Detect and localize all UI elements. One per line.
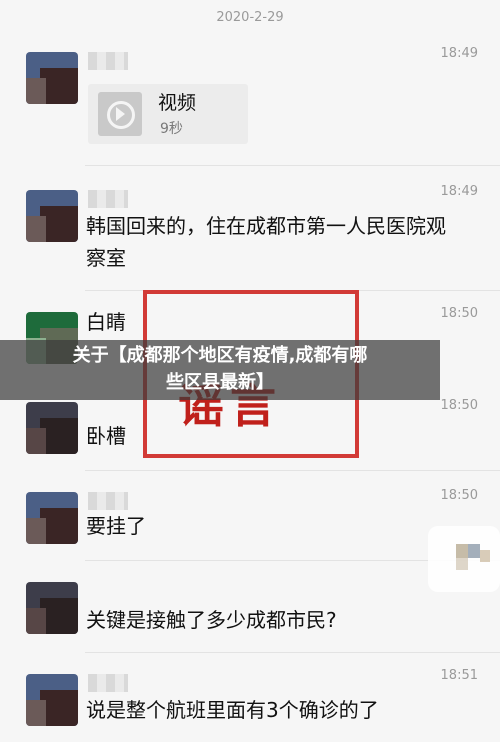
video-title: 视频 bbox=[158, 92, 197, 114]
message-divider bbox=[85, 470, 500, 471]
avatar[interactable] bbox=[26, 582, 78, 634]
sender-name-blurred bbox=[88, 492, 128, 510]
message-time: 18:49 bbox=[440, 46, 478, 61]
message-text: 关键是接触了多少成都市民? bbox=[86, 608, 337, 632]
article-title-line: 些区县最新】 bbox=[166, 372, 274, 393]
video-thumbnail bbox=[98, 92, 142, 136]
avatar[interactable] bbox=[26, 674, 78, 726]
avatar[interactable] bbox=[26, 52, 78, 104]
message-text: 要挂了 bbox=[86, 514, 146, 538]
avatar[interactable] bbox=[26, 492, 78, 544]
sender-name-blurred bbox=[88, 52, 128, 70]
article-title: 关于【成都那个地区有疫情,成都有哪 些区县最新】 bbox=[20, 342, 420, 396]
avatar[interactable] bbox=[26, 402, 78, 454]
message-time: 18:51 bbox=[440, 668, 478, 683]
date-divider: 2020-2-29 bbox=[216, 10, 284, 25]
sender-name-blurred bbox=[88, 190, 128, 208]
avatar[interactable] bbox=[26, 190, 78, 242]
sender-name-blurred bbox=[88, 674, 128, 692]
message-divider bbox=[85, 165, 500, 166]
message-time: 18:49 bbox=[440, 184, 478, 199]
message-text: 卧槽 bbox=[86, 424, 126, 448]
blurred-thumbnail bbox=[428, 526, 500, 592]
message-time: 18:50 bbox=[440, 488, 478, 503]
message-divider bbox=[85, 652, 500, 653]
article-title-line: 关于【成都那个地区有疫情,成都有哪 bbox=[72, 345, 368, 366]
message-text-line: 察室 bbox=[86, 246, 126, 270]
message-time: 18:50 bbox=[440, 398, 478, 413]
message-text-line: 韩国回来的，住在成都市第一人民医院观 bbox=[86, 214, 446, 238]
message-text: 说是整个航班里面有3个确诊的了 bbox=[86, 698, 379, 722]
video-card[interactable]: 视频 9秒 bbox=[88, 84, 248, 144]
video-duration: 9秒 bbox=[160, 121, 183, 137]
